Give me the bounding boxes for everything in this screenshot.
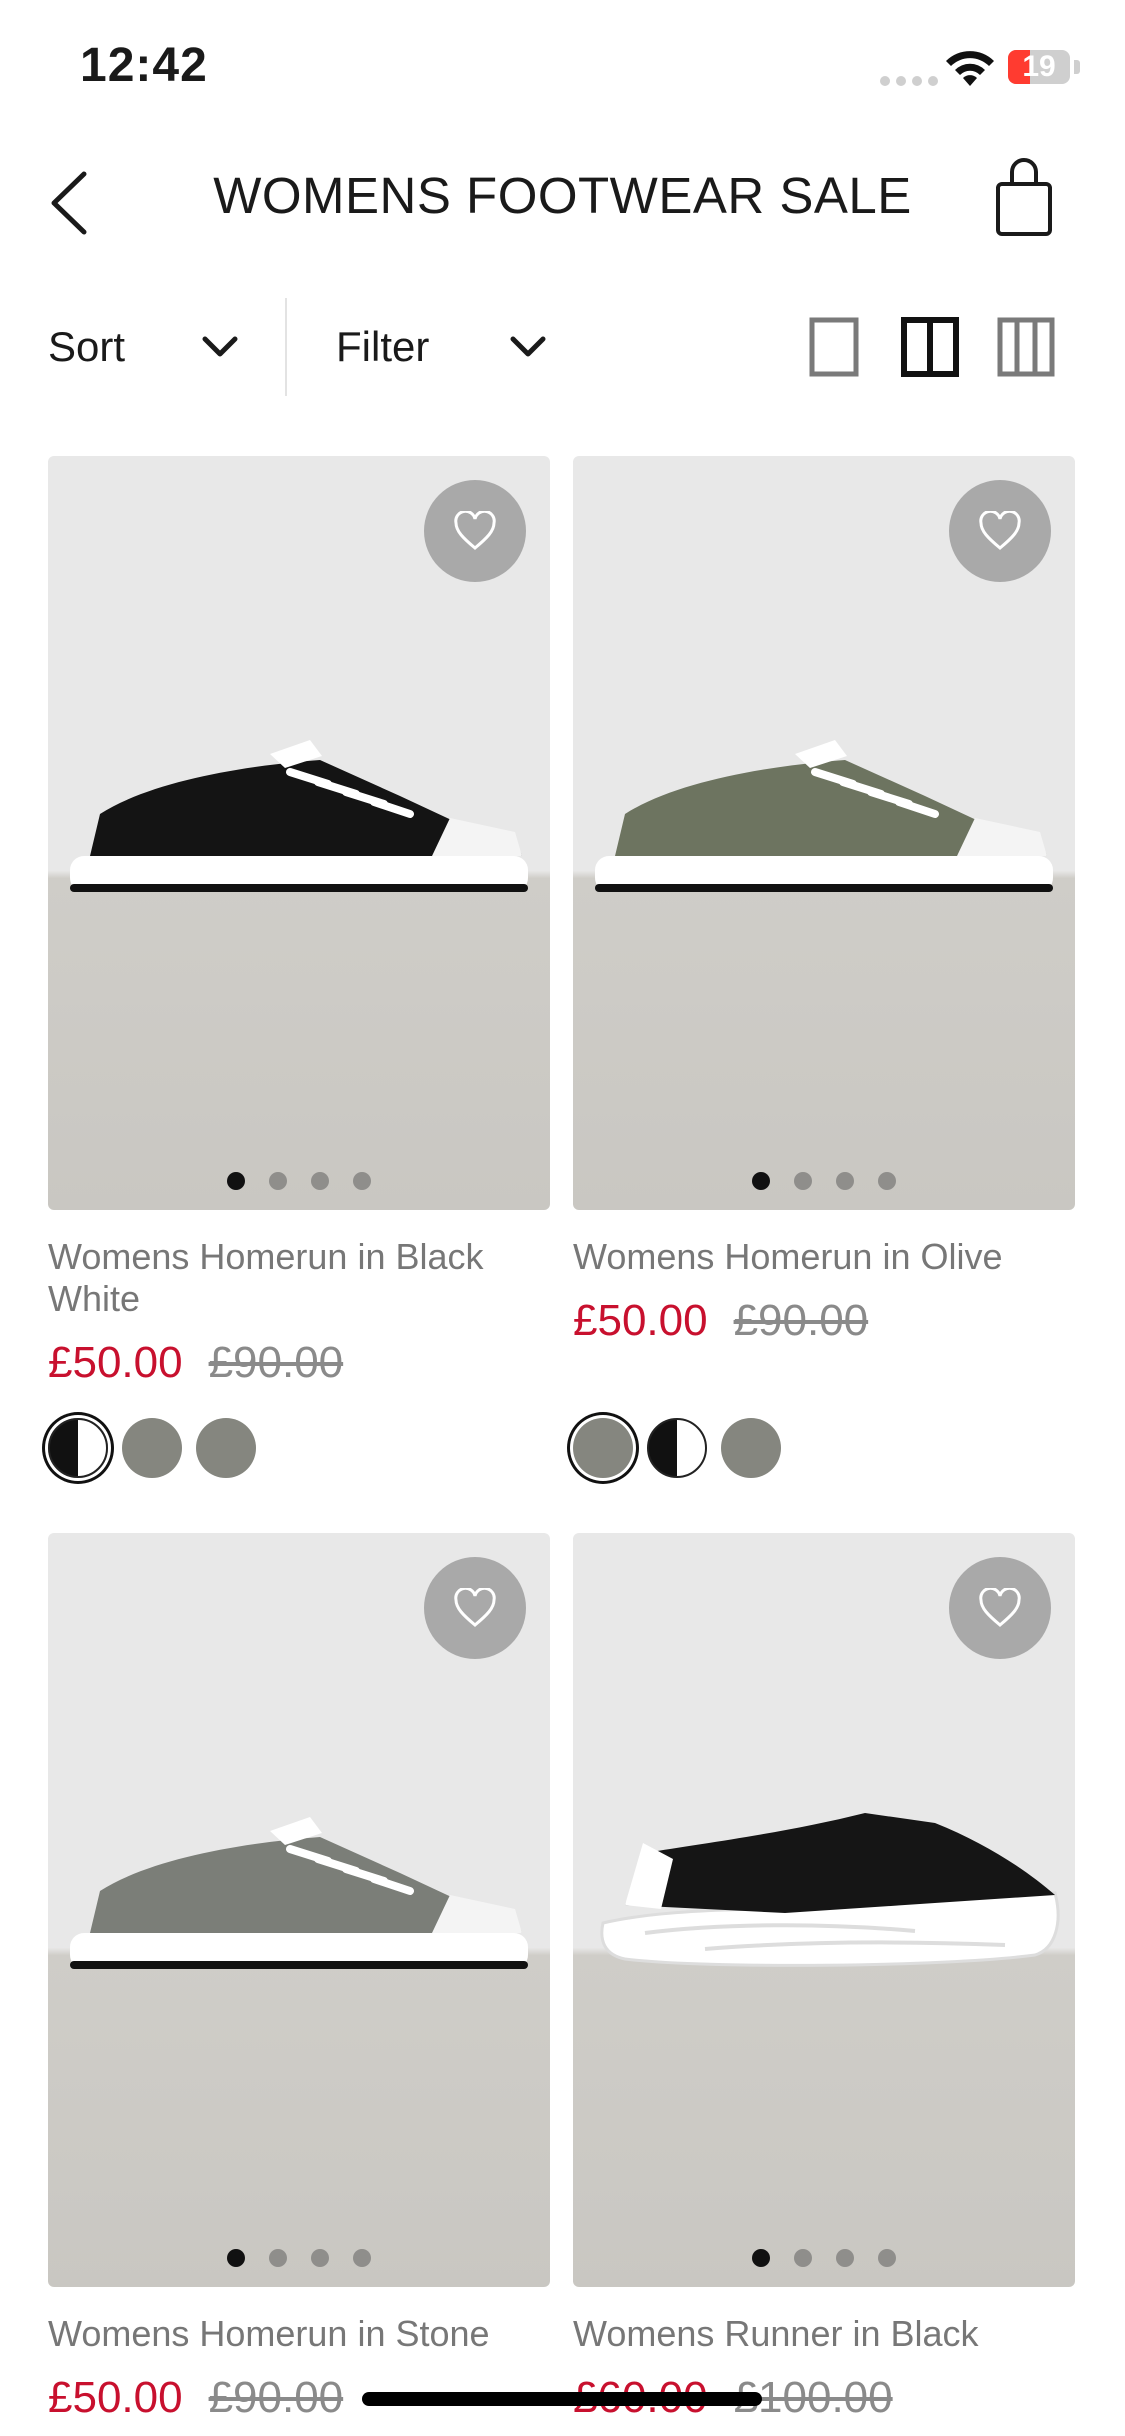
- product-image[interactable]: [573, 1533, 1075, 2287]
- product-name[interactable]: Womens Runner in Black: [573, 2313, 1075, 2355]
- sale-price: £50.00: [48, 2373, 183, 2422]
- swatch-stone[interactable]: [721, 1418, 781, 1478]
- price-row: £50.00 £90.00: [573, 1296, 868, 1346]
- wifi-icon: [946, 51, 994, 86]
- product-name[interactable]: Womens Homerun in Black White: [48, 1236, 550, 1320]
- filter-dropdown[interactable]: Filter: [336, 298, 546, 396]
- home-indicator[interactable]: [362, 2392, 762, 2406]
- swatch-black-white[interactable]: [48, 1418, 108, 1478]
- image-carousel-dots[interactable]: [573, 2249, 1075, 2267]
- status-bar: 12:42 19: [0, 0, 1125, 132]
- original-price: £90.00: [208, 2373, 344, 2422]
- color-swatches: [48, 1418, 256, 1478]
- color-swatches: [573, 1418, 781, 1478]
- cellular-signal-icon: [880, 76, 938, 86]
- status-time: 12:42: [80, 39, 208, 92]
- product-image[interactable]: [573, 456, 1075, 1210]
- image-carousel-dots[interactable]: [48, 2249, 550, 2267]
- sort-filter-toolbar: Sort Filter: [0, 298, 1125, 396]
- filter-label: Filter: [336, 323, 430, 370]
- page-title: WOMENS FOOTWEAR SALE: [213, 167, 912, 224]
- homerun-sneaker-image: [70, 740, 528, 892]
- wishlist-heart-icon[interactable]: [949, 480, 1051, 582]
- swatch-black-white[interactable]: [647, 1418, 707, 1478]
- chevron-down-icon: [202, 336, 238, 357]
- price-row: £50.00 £90.00: [48, 1338, 343, 1388]
- three-column-view-icon[interactable]: [996, 316, 1056, 378]
- sale-price: £50.00: [48, 1338, 183, 1387]
- single-column-view-icon[interactable]: [806, 316, 866, 378]
- two-column-view-icon[interactable]: [900, 316, 960, 378]
- sale-price: £50.00: [573, 1296, 708, 1345]
- image-carousel-dots[interactable]: [48, 1172, 550, 1190]
- wishlist-heart-icon[interactable]: [424, 1557, 526, 1659]
- toolbar-divider: [285, 298, 287, 396]
- product-image[interactable]: [48, 1533, 550, 2287]
- sort-label: Sort: [48, 323, 126, 370]
- nav-header: WOMENS FOOTWEAR SALE: [0, 150, 1125, 250]
- battery-level: 19: [1022, 50, 1056, 83]
- swatch-olive[interactable]: [122, 1418, 182, 1478]
- price-row: £50.00 £90.00: [48, 2373, 343, 2423]
- wishlist-heart-icon[interactable]: [424, 480, 526, 582]
- product-name[interactable]: Womens Homerun in Olive: [573, 1236, 1075, 1278]
- homerun-sneaker-image: [595, 740, 1053, 892]
- chevron-left-icon[interactable]: [44, 168, 100, 238]
- chevron-down-icon: [510, 336, 546, 357]
- swatch-stone[interactable]: [196, 1418, 256, 1478]
- swatch-olive[interactable]: [573, 1418, 633, 1478]
- product-image[interactable]: [48, 456, 550, 1210]
- product-name[interactable]: Womens Homerun in Stone: [48, 2313, 550, 2355]
- homerun-sneaker-image: [70, 1817, 528, 1969]
- image-carousel-dots[interactable]: [573, 1172, 1075, 1190]
- battery-icon: 19: [1008, 50, 1070, 84]
- wishlist-heart-icon[interactable]: [949, 1557, 1051, 1659]
- shopping-bag-icon[interactable]: [994, 158, 1054, 238]
- sort-dropdown[interactable]: Sort: [48, 298, 238, 396]
- runner-sneaker-image: [600, 1813, 1060, 1967]
- original-price: £90.00: [733, 1296, 869, 1345]
- original-price: £90.00: [208, 1338, 344, 1387]
